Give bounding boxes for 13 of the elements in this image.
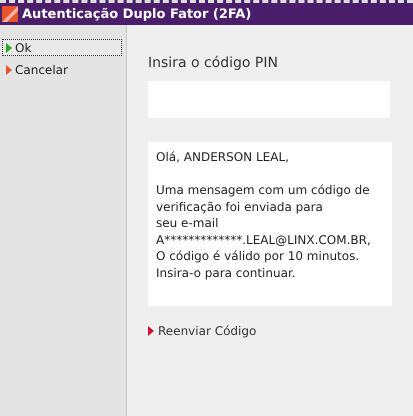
sidebar-button[interactable]: Ok <box>2 39 122 56</box>
message-line: Uma mensagem com um código de <box>156 182 371 198</box>
window-title: Autenticação Duplo Fator (2FA) <box>22 6 252 22</box>
message-line: Insira-o para continuar. <box>156 264 297 281</box>
greeting-line: Olá, ANDERSON LEAL, <box>156 149 290 166</box>
sidebar-button[interactable]: Cancelar <box>2 61 122 78</box>
app-logo-icon <box>2 6 18 22</box>
message-line: A*************.LEAL@LINX.COM.BR, <box>156 232 372 248</box>
message-line: O código é válido por 10 minutos. <box>156 248 360 264</box>
pin-label: Insira o código PIN <box>148 55 279 71</box>
message-line: verificação foi enviada para <box>156 198 324 215</box>
resend-link[interactable]: Reenviar Código <box>148 324 256 338</box>
message-line: seu e-mail <box>156 215 220 232</box>
